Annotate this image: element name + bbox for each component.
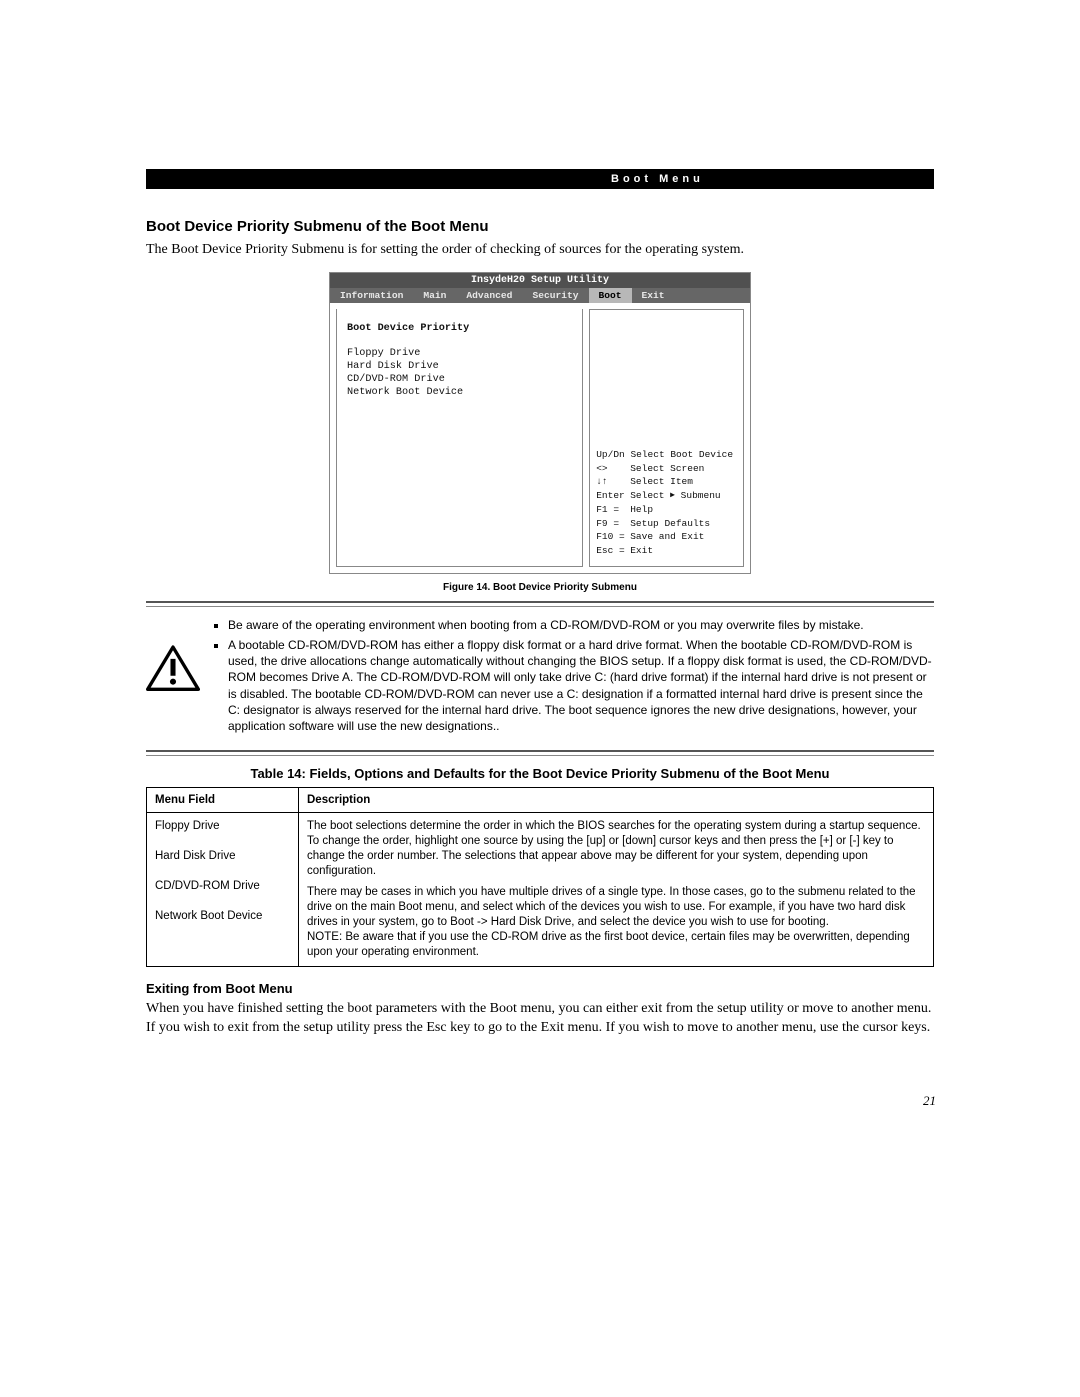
table-header-row: Menu Field Description [147, 788, 934, 813]
th-description: Description [299, 788, 934, 813]
bios-help-row: Up/Dn Select Boot Device [596, 448, 737, 462]
bios-tab: Advanced [456, 288, 522, 303]
bios-tab: Information [330, 288, 413, 303]
bios-title: InsydeH20 Setup Utility [330, 273, 750, 288]
bios-tab: Security [522, 288, 588, 303]
bios-help-row: F10 =Save and Exit [596, 530, 737, 544]
bios-boot-item: Hard Disk Drive [347, 361, 572, 372]
page-heading: Boot Device Priority Submenu of the Boot… [146, 218, 934, 235]
bios-help-row: <>Select Screen [596, 462, 737, 476]
description-cell: The boot selections determine the order … [299, 813, 934, 966]
bios-tab-active: Boot [589, 288, 632, 303]
bios-boot-item: CD/DVD-ROM Drive [347, 374, 572, 385]
warning-bullet: A bootable CD-ROM/DVD-ROM has either a f… [228, 637, 934, 734]
bios-help-pane: Up/Dn Select Boot Device <>Select Screen… [589, 309, 744, 567]
bios-help-row: Esc =Exit [596, 544, 737, 558]
page-number: 21 [923, 1093, 936, 1109]
menu-field-cell: Floppy Drive Hard Disk Drive CD/DVD-ROM … [147, 813, 299, 966]
bios-body: Boot Device Priority Floppy Drive Hard D… [330, 303, 750, 573]
th-menu-field: Menu Field [147, 788, 299, 813]
bios-screenshot: InsydeH20 Setup Utility Information Main… [329, 272, 751, 574]
bios-tabs: Information Main Advanced Security Boot … [330, 288, 750, 303]
bios-tab: Exit [632, 288, 675, 303]
divider [146, 601, 934, 607]
bios-tab: Main [413, 288, 456, 303]
divider [146, 750, 934, 756]
section-header-text: Boot Menu [611, 173, 704, 185]
exit-body: When you have finished setting the boot … [146, 1000, 934, 1038]
fields-table: Menu Field Description Floppy Drive Hard… [146, 787, 934, 966]
warning-bullet: Be aware of the operating environment wh… [228, 617, 934, 633]
bios-left-pane: Boot Device Priority Floppy Drive Hard D… [336, 309, 583, 567]
bios-help-row: ↓↑Select Item [596, 475, 737, 489]
bios-help-row: F9 =Setup Defaults [596, 517, 737, 531]
warning-block: Be aware of the operating environment wh… [146, 617, 934, 746]
intro-paragraph: The Boot Device Priority Submenu is for … [146, 241, 934, 260]
warning-text: Be aware of the operating environment wh… [214, 617, 934, 738]
bios-boot-item: Floppy Drive [347, 348, 572, 359]
page: Boot Menu Boot Device Priority Submenu o… [0, 0, 1080, 1397]
bios-help-row: F1 =Help [596, 503, 737, 517]
bios-left-heading: Boot Device Priority [347, 323, 572, 334]
exit-heading: Exiting from Boot Menu [146, 981, 934, 996]
table-row: Floppy Drive Hard Disk Drive CD/DVD-ROM … [147, 813, 934, 966]
warning-icon [146, 645, 200, 698]
content: Boot Device Priority Submenu of the Boot… [146, 218, 934, 1037]
bios-help-row: EnterSelect ▶ Submenu [596, 489, 737, 503]
figure-caption: Figure 14. Boot Device Priority Submenu [146, 582, 934, 593]
bios-boot-item: Network Boot Device [347, 387, 572, 398]
section-header-bar: Boot Menu [146, 169, 934, 189]
table-title: Table 14: Fields, Options and Defaults f… [146, 766, 934, 781]
